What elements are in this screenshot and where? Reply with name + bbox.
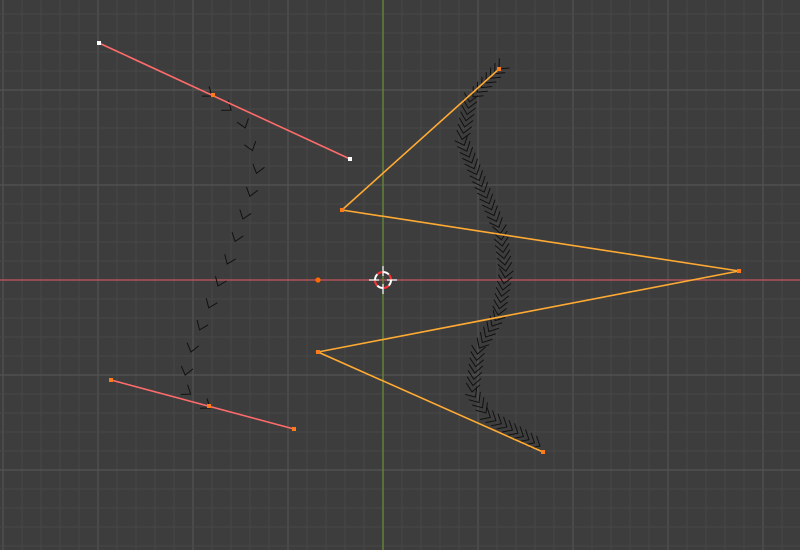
normal-mark: [196, 320, 209, 331]
normal-mark: [466, 376, 482, 387]
control-point-selected[interactable]: [316, 350, 320, 354]
normal-mark: [496, 416, 508, 430]
normal-mark: [496, 280, 512, 291]
normal-mark: [465, 386, 478, 398]
control-point-selected[interactable]: [292, 427, 296, 431]
normal-mark: [458, 117, 474, 128]
normal-mark: [476, 337, 490, 349]
normal-mark: [518, 429, 530, 443]
normal-mark: [461, 105, 476, 116]
control-point-selected[interactable]: [109, 378, 113, 382]
normal-mark: [492, 310, 506, 322]
normal-mark: [215, 276, 227, 287]
normal-mark: [231, 231, 244, 243]
control-points[interactable]: [97, 41, 741, 454]
normal-mark: [496, 255, 512, 266]
normal-mark: [460, 111, 475, 122]
control-point-selected[interactable]: [497, 67, 501, 71]
normal-mark: [485, 410, 497, 424]
normal-mark: [523, 432, 536, 446]
control-point-unselected[interactable]: [97, 41, 101, 45]
normal-mark: [180, 365, 194, 376]
normal-mark: [180, 384, 192, 395]
normal-mark: [224, 254, 237, 265]
control-point-selected[interactable]: [211, 93, 215, 97]
normal-mark: [501, 419, 514, 433]
handle-line-top[interactable]: [98, 42, 351, 160]
normal-mark: [483, 326, 496, 338]
control-point-selected[interactable]: [541, 450, 545, 454]
bezier-curve-left[interactable]: [98, 42, 351, 430]
normal-mark: [495, 249, 511, 260]
control-point-selected[interactable]: [737, 269, 741, 273]
normal-mark: [468, 363, 484, 374]
object-origin-icon[interactable]: [315, 277, 321, 283]
handle-line-bottom[interactable]: [110, 379, 295, 430]
control-point-selected[interactable]: [340, 208, 344, 212]
normal-mark: [490, 413, 503, 427]
normal-mark: [469, 357, 485, 368]
normal-mark: [457, 123, 473, 134]
curve-normals: [180, 58, 541, 449]
viewport-grid: [0, 0, 800, 550]
normal-mark: [252, 163, 265, 175]
normal-mark: [245, 186, 259, 198]
normal-mark: [497, 274, 513, 285]
viewport-canvas[interactable]: [0, 0, 800, 550]
3d-viewport[interactable]: [0, 0, 800, 550]
control-point-unselected[interactable]: [348, 157, 352, 161]
normal-mark: [492, 305, 507, 316]
control-point-selected[interactable]: [207, 404, 211, 408]
normal-mark: [236, 118, 249, 129]
normal-mark: [239, 209, 252, 220]
normal-mark: [493, 299, 508, 310]
normal-mark: [495, 286, 511, 298]
